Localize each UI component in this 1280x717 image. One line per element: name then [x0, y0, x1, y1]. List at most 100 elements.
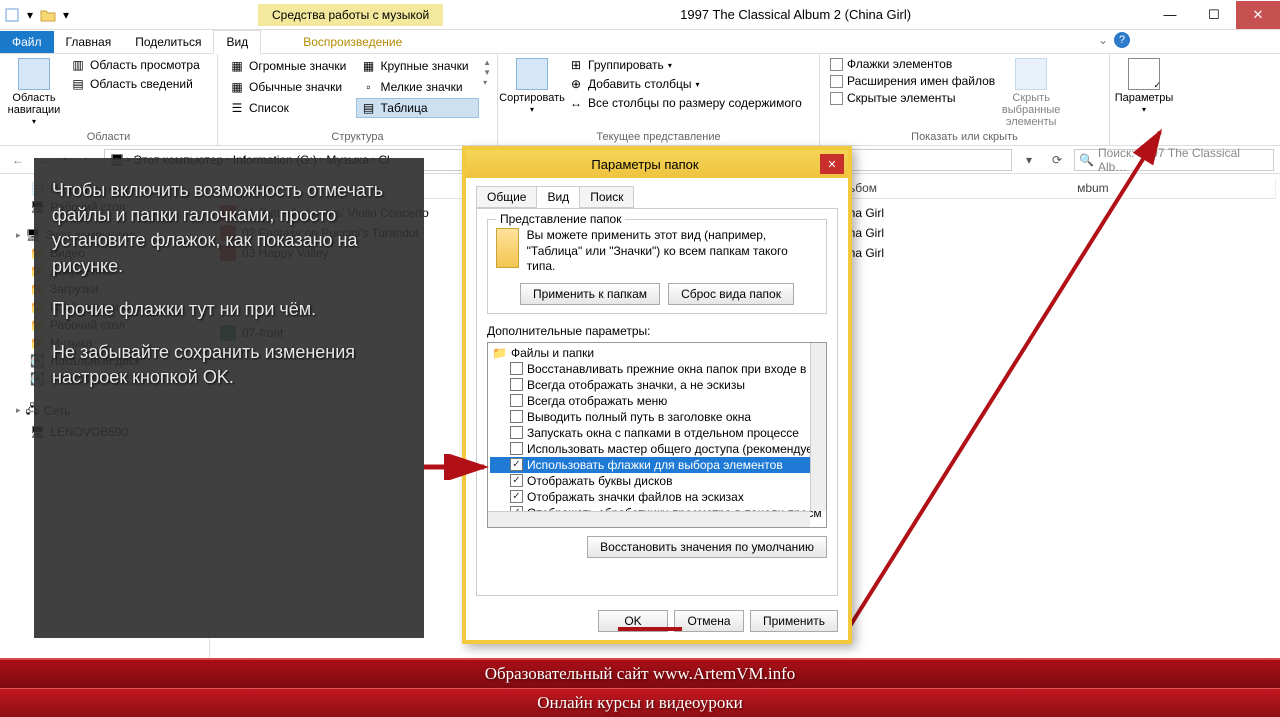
props-icon[interactable] [4, 7, 20, 23]
minimize-button[interactable]: — [1148, 1, 1192, 29]
cancel-button[interactable]: Отмена [674, 610, 744, 632]
layout-small[interactable]: ▫Мелкие значки [356, 77, 480, 97]
preview-pane-icon: ▥ [70, 57, 86, 73]
dlg-tab-view[interactable]: Вид [536, 186, 580, 208]
checkbox-icon: ✓ [510, 474, 523, 487]
details-pane-icon: ▤ [70, 76, 86, 92]
options-button[interactable]: ✓Параметры▾ [1116, 56, 1172, 117]
context-tab-music: Средства работы с музыкой [258, 4, 443, 26]
apply-button[interactable]: Применить [750, 610, 838, 632]
chk-item-flags[interactable]: Флажки элементов [826, 56, 999, 72]
adv-option[interactable]: Выводить полный путь в заголовке окна [490, 409, 824, 425]
adv-option[interactable]: Всегда отображать значки, а не эскизы [490, 377, 824, 393]
dialog-actions: OK Отмена Применить [466, 604, 848, 640]
checkbox-icon [510, 442, 523, 455]
dlg-tab-general[interactable]: Общие [476, 186, 537, 208]
checkbox-icon [510, 426, 523, 439]
group-icon: ⊞ [568, 57, 584, 73]
group-button[interactable]: ⊞Группировать ▾ [564, 56, 806, 74]
adv-root: 📁Файлы и папки [490, 345, 824, 361]
instruction-overlay: Чтобы включить возможность отмечать файл… [34, 158, 424, 638]
back-button[interactable]: ← [6, 148, 30, 172]
adv-hscroll[interactable] [488, 511, 810, 527]
advanced-settings-list[interactable]: 📁Файлы и папки Восстанавливать прежние о… [487, 342, 827, 528]
tab-file[interactable]: Файл [0, 31, 54, 53]
overlay-p3: Не забывайте сохранить изменения настрое… [52, 340, 406, 390]
tab-share[interactable]: Поделиться [123, 31, 213, 53]
quick-access-toolbar: ▾ ▾ [0, 5, 78, 25]
expand-icon: ▸ [16, 230, 21, 241]
dialog-tabs: Общие Вид Поиск [466, 178, 848, 208]
help-icon[interactable]: ? [1114, 32, 1130, 48]
chk-hidden[interactable]: Скрытые элементы [826, 90, 999, 106]
ribbon-collapse-icon[interactable]: ⌄ [1098, 33, 1108, 47]
lg-icons-icon: ▦ [361, 58, 377, 74]
tab-play[interactable]: Воспроизведение [291, 31, 414, 53]
checkbox-icon [510, 362, 523, 375]
layout-large[interactable]: ▦Крупные значки [356, 56, 480, 76]
sort-button[interactable]: Сортировать▾ [504, 56, 560, 117]
nav-pane-icon [18, 58, 50, 90]
dialog-close-button[interactable]: ✕ [820, 154, 844, 174]
adv-option[interactable]: ✓Использовать флажки для выбора элементо… [490, 457, 824, 473]
hide-icon [1015, 58, 1047, 90]
add-cols-icon: ⊕ [568, 76, 584, 92]
path-dropdown-icon[interactable]: ▾ [1018, 149, 1040, 171]
fit-cols-icon: ↔ [568, 95, 584, 111]
advanced-label: Дополнительные параметры: [487, 324, 827, 338]
adv-option[interactable]: ✓Отображать буквы дисков [490, 473, 824, 489]
layout-more-icon[interactable]: ▾ [483, 78, 491, 87]
overlay-p2: Прочие флажки тут ни при чём. [52, 297, 406, 322]
reset-folders-button[interactable]: Сброс вида папок [668, 283, 794, 305]
maximize-button[interactable]: ☐ [1192, 1, 1236, 29]
dialog-title: Параметры папок [470, 157, 820, 172]
ribbon-tabs: Файл Главная Поделиться Вид Воспроизведе… [0, 30, 1280, 54]
adv-vscroll[interactable] [810, 343, 826, 511]
adv-option[interactable]: ✓Отображать значки файлов на эскизах [490, 489, 824, 505]
checkbox-icon: ✓ [510, 490, 523, 503]
chk-extensions[interactable]: Расширения имен файлов [826, 73, 999, 89]
fit-columns-button[interactable]: ↔Все столбцы по размеру содержимого [564, 94, 806, 112]
checkbox-icon [510, 378, 523, 391]
adv-option[interactable]: Всегда отображать меню [490, 393, 824, 409]
preview-pane-button[interactable]: ▥Область просмотра [66, 56, 204, 74]
tab-view[interactable]: Вид [213, 30, 261, 54]
ok-underline-marker [618, 627, 682, 631]
adv-option[interactable]: Запускать окна с папками в отдельном про… [490, 425, 824, 441]
sm-icons-icon: ▫ [361, 79, 377, 95]
adv-option[interactable]: Восстанавливать прежние окна папок при в… [490, 361, 824, 377]
checkbox-icon: ✓ [510, 458, 523, 471]
qat-dropdown2-icon[interactable]: ▾ [58, 7, 74, 23]
dialog-body: Представление папок Вы можете применить … [476, 208, 838, 596]
dlg-tab-search[interactable]: Поиск [579, 186, 634, 208]
folder-options-dialog: Параметры папок ✕ Общие Вид Поиск Предст… [462, 146, 852, 644]
close-button[interactable]: ✕ [1236, 1, 1280, 29]
apply-to-folders-button[interactable]: Применить к папкам [520, 283, 660, 305]
qat-dropdown-icon[interactable]: ▾ [22, 7, 38, 23]
adv-option[interactable]: Использовать мастер общего доступа (реко… [490, 441, 824, 457]
group-show-label: Показать или скрыть [826, 130, 1103, 145]
group-panes-label: Области [6, 130, 211, 145]
refresh-button[interactable]: ⟳ [1046, 149, 1068, 171]
search-input[interactable]: 🔍Поиск: 1997 The Classical Alb… [1074, 149, 1274, 171]
layout-up-icon[interactable]: ▲ [483, 58, 491, 67]
add-columns-button[interactable]: ⊕Добавить столбцы ▾ [564, 75, 806, 93]
layout-list[interactable]: ☰Список [224, 98, 352, 118]
layout-table[interactable]: ▤Таблица [356, 98, 480, 118]
checkbox-icon [830, 58, 843, 71]
layout-down-icon[interactable]: ▼ [483, 68, 491, 77]
dialog-titlebar: Параметры папок ✕ [466, 150, 848, 178]
col-album[interactable]: Альбоммbum [826, 178, 1276, 198]
details-pane-button[interactable]: ▤Область сведений [66, 75, 204, 93]
folder-view-legend: Представление папок [496, 212, 625, 226]
nav-pane-button[interactable]: Область навигации▾ [6, 56, 62, 129]
tab-home[interactable]: Главная [54, 31, 124, 53]
list-icon: ☰ [229, 100, 245, 116]
table-icon: ▤ [361, 100, 377, 116]
layout-xlarge[interactable]: ▦Огромные значки [224, 56, 352, 76]
new-folder-icon[interactable] [40, 7, 56, 23]
restore-defaults-button[interactable]: Восстановить значения по умолчанию [587, 536, 827, 558]
layout-medium[interactable]: ▦Обычные значки [224, 77, 352, 97]
banner-courses: Онлайн курсы и видеоуроки [0, 688, 1280, 717]
group-view-label: Текущее представление [504, 130, 813, 145]
